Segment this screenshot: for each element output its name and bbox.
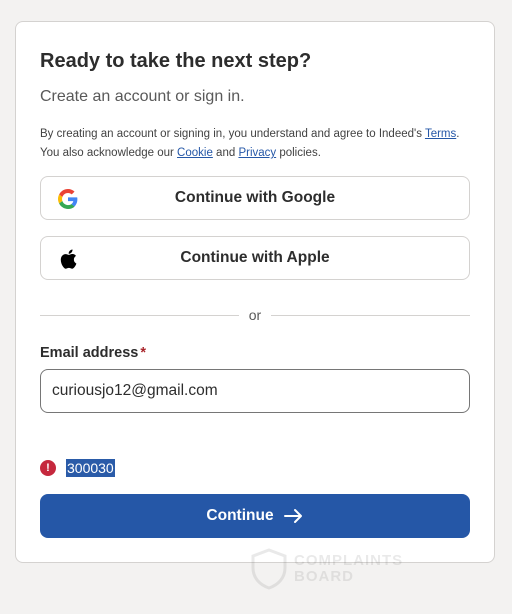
legal-suffix: policies. xyxy=(276,147,321,159)
continue-button-label: Continue xyxy=(206,507,274,524)
watermark-text: COMPLAINTS BOARD xyxy=(294,553,403,585)
divider-line-right xyxy=(271,315,470,316)
watermark-line2: BOARD xyxy=(294,568,354,585)
page-subtitle: Create an account or sign in. xyxy=(40,88,245,105)
page-title: Ready to take the next step? xyxy=(40,50,312,72)
legal-prefix: By creating an account or signing in, yo… xyxy=(40,128,425,140)
error-icon: ! xyxy=(40,460,56,476)
email-label: Email address * xyxy=(40,345,146,361)
google-button-label: Continue with Google xyxy=(174,189,336,206)
continue-button[interactable]: Continue xyxy=(40,494,470,538)
watermark-line1: COMPLAINTS xyxy=(294,552,404,569)
required-mark: * xyxy=(140,345,146,361)
apple-icon xyxy=(57,248,79,270)
apple-button-label: Continue with Apple xyxy=(180,249,330,266)
legal-and: and xyxy=(212,147,239,159)
google-icon xyxy=(57,188,79,210)
continue-with-apple-button[interactable]: Continue with Apple xyxy=(40,236,470,280)
error-code: 300030 xyxy=(66,459,115,477)
watermark: COMPLAINTS BOARD xyxy=(250,548,403,590)
watermark-shield-icon xyxy=(251,548,287,590)
email-label-text: Email address xyxy=(40,345,139,361)
privacy-link[interactable]: Privacy xyxy=(238,147,276,159)
terms-link[interactable]: Terms xyxy=(425,128,456,140)
or-divider: or xyxy=(40,306,470,326)
arrow-right-icon xyxy=(283,508,304,524)
email-field[interactable] xyxy=(40,369,470,413)
cookie-link[interactable]: Cookie xyxy=(177,147,213,159)
auth-card: Ready to take the next step? Create an a… xyxy=(15,21,495,563)
continue-with-google-button[interactable]: Continue with Google xyxy=(40,176,470,220)
legal-notice: By creating an account or signing in, yo… xyxy=(40,125,470,163)
error-message: ! 300030 xyxy=(40,458,115,478)
